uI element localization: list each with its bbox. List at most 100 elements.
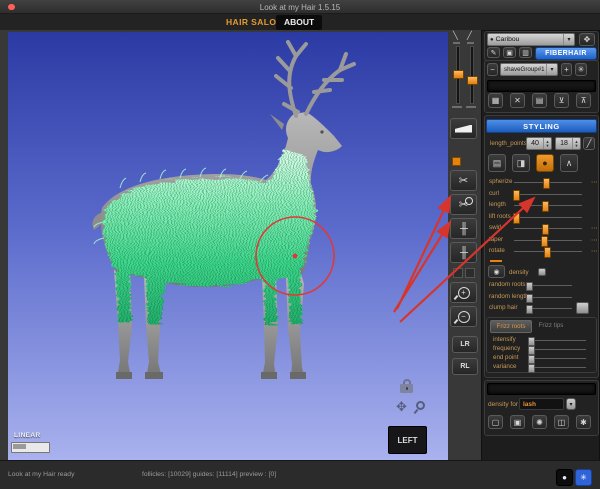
random-roots-slider[interactable] xyxy=(525,282,572,291)
slider-handle[interactable] xyxy=(525,293,533,303)
slider-handle[interactable] xyxy=(513,212,521,224)
styling-header[interactable]: STYLING xyxy=(486,119,597,133)
lock-icon[interactable] xyxy=(400,379,413,394)
spinner-down-icon[interactable]: ▼ xyxy=(546,143,550,148)
figure-dropdown[interactable]: ● Caribou ▾ xyxy=(487,33,575,46)
pose-a-tool-button[interactable]: ⊻ xyxy=(554,93,569,108)
falloff-profile-widget[interactable] xyxy=(11,442,50,453)
density-paw-button[interactable]: ✺ xyxy=(532,415,547,429)
end-point-slider[interactable] xyxy=(528,355,586,364)
caribou-model[interactable] xyxy=(8,32,448,460)
slider-handle[interactable] xyxy=(542,224,550,235)
slider-row-random-length: random length xyxy=(488,292,596,303)
density-value-box[interactable] xyxy=(538,268,546,276)
brush-stroke-right-icon[interactable]: ╱ xyxy=(467,31,472,40)
tab-frizz-roots[interactable]: Frizz roots xyxy=(490,320,532,333)
save-button[interactable]: ▥ xyxy=(519,47,532,58)
swirl-slider[interactable] xyxy=(514,224,582,235)
viewport-3d[interactable]: LINEAR ✥ LEFT xyxy=(8,32,448,460)
density-fill-button[interactable]: ▣ xyxy=(510,415,525,429)
tab-frizz-tips[interactable]: Frizz tips xyxy=(533,320,569,331)
slider-handle[interactable] xyxy=(528,364,536,373)
zoom-out-button[interactable]: − xyxy=(450,306,477,327)
length-slider[interactable] xyxy=(514,201,582,212)
styling-tool-grid-button[interactable]: ▤ xyxy=(488,154,506,172)
curl-slider[interactable] xyxy=(513,189,582,201)
zoom-view-icon[interactable] xyxy=(413,401,425,415)
scissors-area-tool-button[interactable]: ✂ xyxy=(450,194,477,215)
comb-wedge-tool-button[interactable] xyxy=(450,118,477,139)
brush-size-slider[interactable] xyxy=(452,46,464,104)
mirror-rl-button[interactable]: RL xyxy=(452,358,478,375)
add-group-button[interactable]: + xyxy=(561,63,572,76)
zoom-in-button[interactable]: + xyxy=(450,282,477,303)
density-for-spinner[interactable]: ▾ xyxy=(566,398,576,410)
slider-handle[interactable] xyxy=(452,69,464,79)
fiberhair-button[interactable]: FIBERHAIR xyxy=(535,47,597,60)
settings-button[interactable]: ✳ xyxy=(575,469,592,486)
brush-strength-slider[interactable] xyxy=(466,46,478,104)
mini-tool-icon[interactable] xyxy=(453,268,463,278)
spinner-down-icon[interactable]: ▼ xyxy=(575,143,579,148)
mini-tool-icon[interactable] xyxy=(465,268,475,278)
grid-tool-button[interactable]: ▦ xyxy=(488,93,503,108)
shave-group-dropdown[interactable]: shaveGroup#1 ▾ xyxy=(500,63,558,76)
density-visibility-button[interactable]: ◉ xyxy=(488,265,505,278)
slider-options-dots[interactable]: ⋯ xyxy=(591,247,598,255)
spherize-slider[interactable] xyxy=(514,178,582,189)
styling-tool-brush-button-selected[interactable]: ● xyxy=(536,154,554,172)
frame-figure-button[interactable]: ✥ xyxy=(579,33,595,46)
image-button[interactable]: ▣ xyxy=(503,47,516,58)
copy-tool-button[interactable]: ▤ xyxy=(532,93,547,108)
slider-handle[interactable] xyxy=(543,247,551,258)
density-frame-button[interactable]: ▢ xyxy=(488,415,503,429)
slider-options-dots[interactable]: ⋯ xyxy=(591,236,598,244)
slider-handle[interactable] xyxy=(466,76,478,86)
pose-b-tool-button[interactable]: ⊼ xyxy=(576,93,591,108)
rotate-slider[interactable] xyxy=(514,247,582,258)
pan-view-icon[interactable]: ✥ xyxy=(396,400,407,413)
density-for-dropdown[interactable]: lash xyxy=(519,398,564,410)
image-icon: ▣ xyxy=(506,49,513,57)
random-length-slider[interactable] xyxy=(525,293,572,303)
slider-options-dots[interactable]: ⋯ xyxy=(591,178,598,186)
frequency-slider[interactable] xyxy=(528,346,586,355)
brush-stroke-left-icon[interactable]: ╲ xyxy=(453,31,458,40)
remove-guides-comb-button[interactable]: ╫ xyxy=(450,242,477,263)
group-settings-button[interactable]: ✳ xyxy=(575,63,587,76)
length-spinner[interactable]: 40 ▲ ▼ xyxy=(526,137,552,150)
collapsed-section-bar[interactable] xyxy=(487,383,596,395)
slider-handle[interactable] xyxy=(542,178,550,189)
clump-hair-slider[interactable] xyxy=(525,305,572,314)
slider-handle[interactable] xyxy=(525,305,533,314)
edit-button[interactable]: ✎ xyxy=(487,47,500,58)
record-button[interactable]: ● xyxy=(556,469,573,486)
tab-about[interactable]: ABOUT xyxy=(276,15,323,30)
styling-tool-legs-button[interactable]: ∧ xyxy=(560,154,578,172)
lock-points-button[interactable]: ╱ xyxy=(583,137,595,150)
remove-group-button[interactable]: − xyxy=(487,63,498,76)
styling-tool-half-button[interactable]: ◨ xyxy=(512,154,530,172)
slider-options-dots[interactable]: ⋯ xyxy=(591,224,598,232)
scissors-tool-button[interactable]: ✂ xyxy=(450,170,477,191)
slider-handle[interactable] xyxy=(540,235,548,247)
add-guides-comb-button[interactable]: ╫ xyxy=(450,218,477,239)
view-direction-button[interactable]: LEFT xyxy=(388,426,427,454)
intensify-slider[interactable] xyxy=(528,337,586,346)
slider-handle[interactable] xyxy=(513,189,521,201)
delete-tool-button[interactable]: ✕ xyxy=(510,93,525,108)
mirror-lr-button[interactable]: LR xyxy=(452,336,478,353)
slider-handle[interactable] xyxy=(525,282,533,291)
slider-handle[interactable] xyxy=(542,201,550,212)
density-figure-button[interactable]: ◫ xyxy=(554,415,569,429)
slider-label: taper xyxy=(489,235,504,243)
clump-hair-button[interactable] xyxy=(576,302,589,314)
variance-slider[interactable] xyxy=(528,364,586,373)
lift-roots-slider[interactable] xyxy=(513,212,582,224)
collapsed-section-bar[interactable] xyxy=(487,80,596,92)
points-spinner[interactable]: 18 ▲ ▼ xyxy=(555,137,581,150)
density-settings-button[interactable]: ✱ xyxy=(576,415,591,429)
taper-slider[interactable] xyxy=(514,235,582,247)
frame-square-icon: ▢ xyxy=(491,417,500,427)
slider-label: rotate xyxy=(489,247,505,254)
